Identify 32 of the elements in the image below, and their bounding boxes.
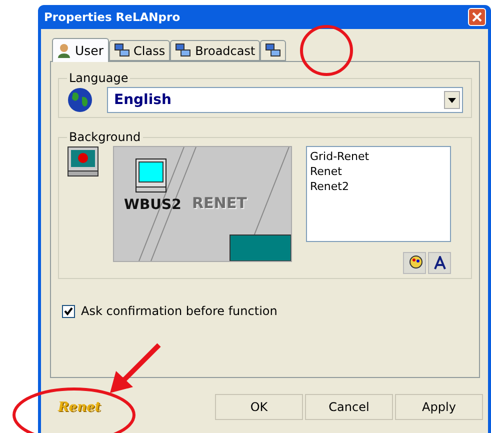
- list-item[interactable]: Renet: [310, 164, 447, 179]
- font-button[interactable]: [428, 252, 451, 274]
- font-icon: [432, 256, 446, 270]
- logo: Renet: [58, 400, 101, 414]
- tab[interactable]: Class: [108, 40, 170, 61]
- close-icon: [472, 12, 482, 22]
- watermark-text: RENET: [192, 194, 247, 212]
- palette-button[interactable]: [403, 252, 426, 274]
- group-label: Background: [68, 130, 142, 144]
- tab[interactable]: Broadcast: [170, 40, 260, 61]
- dialog-button[interactable]: Cancel: [305, 394, 393, 420]
- person-icon: [57, 43, 71, 58]
- checkbox[interactable]: [62, 304, 75, 318]
- window-title: Properties ReLANpro: [44, 10, 180, 24]
- globe-icon: [67, 87, 93, 113]
- pointer-arrow: [108, 343, 161, 395]
- dialog-button[interactable]: Apply: [395, 394, 483, 420]
- dialog-button[interactable]: OK: [215, 394, 303, 420]
- close-button[interactable]: [468, 8, 486, 26]
- list-item[interactable]: Grid-Renet: [310, 149, 447, 164]
- tab[interactable]: [260, 40, 286, 61]
- tab[interactable]: User: [52, 38, 108, 62]
- monitors-icon: [175, 43, 192, 58]
- monitor-icon: [67, 146, 99, 178]
- palette-icon: [406, 255, 422, 271]
- checkbox-label: Ask confirmation before function: [81, 304, 278, 318]
- list-item[interactable]: Renet2: [310, 179, 447, 194]
- highlight-circle: [300, 25, 353, 76]
- confirm-checkbox[interactable]: Ask confirmation before function: [62, 304, 472, 318]
- group-label: Language: [68, 71, 130, 85]
- language-dropdown[interactable]: English: [107, 87, 463, 113]
- computer-label: WBUS2: [124, 197, 182, 213]
